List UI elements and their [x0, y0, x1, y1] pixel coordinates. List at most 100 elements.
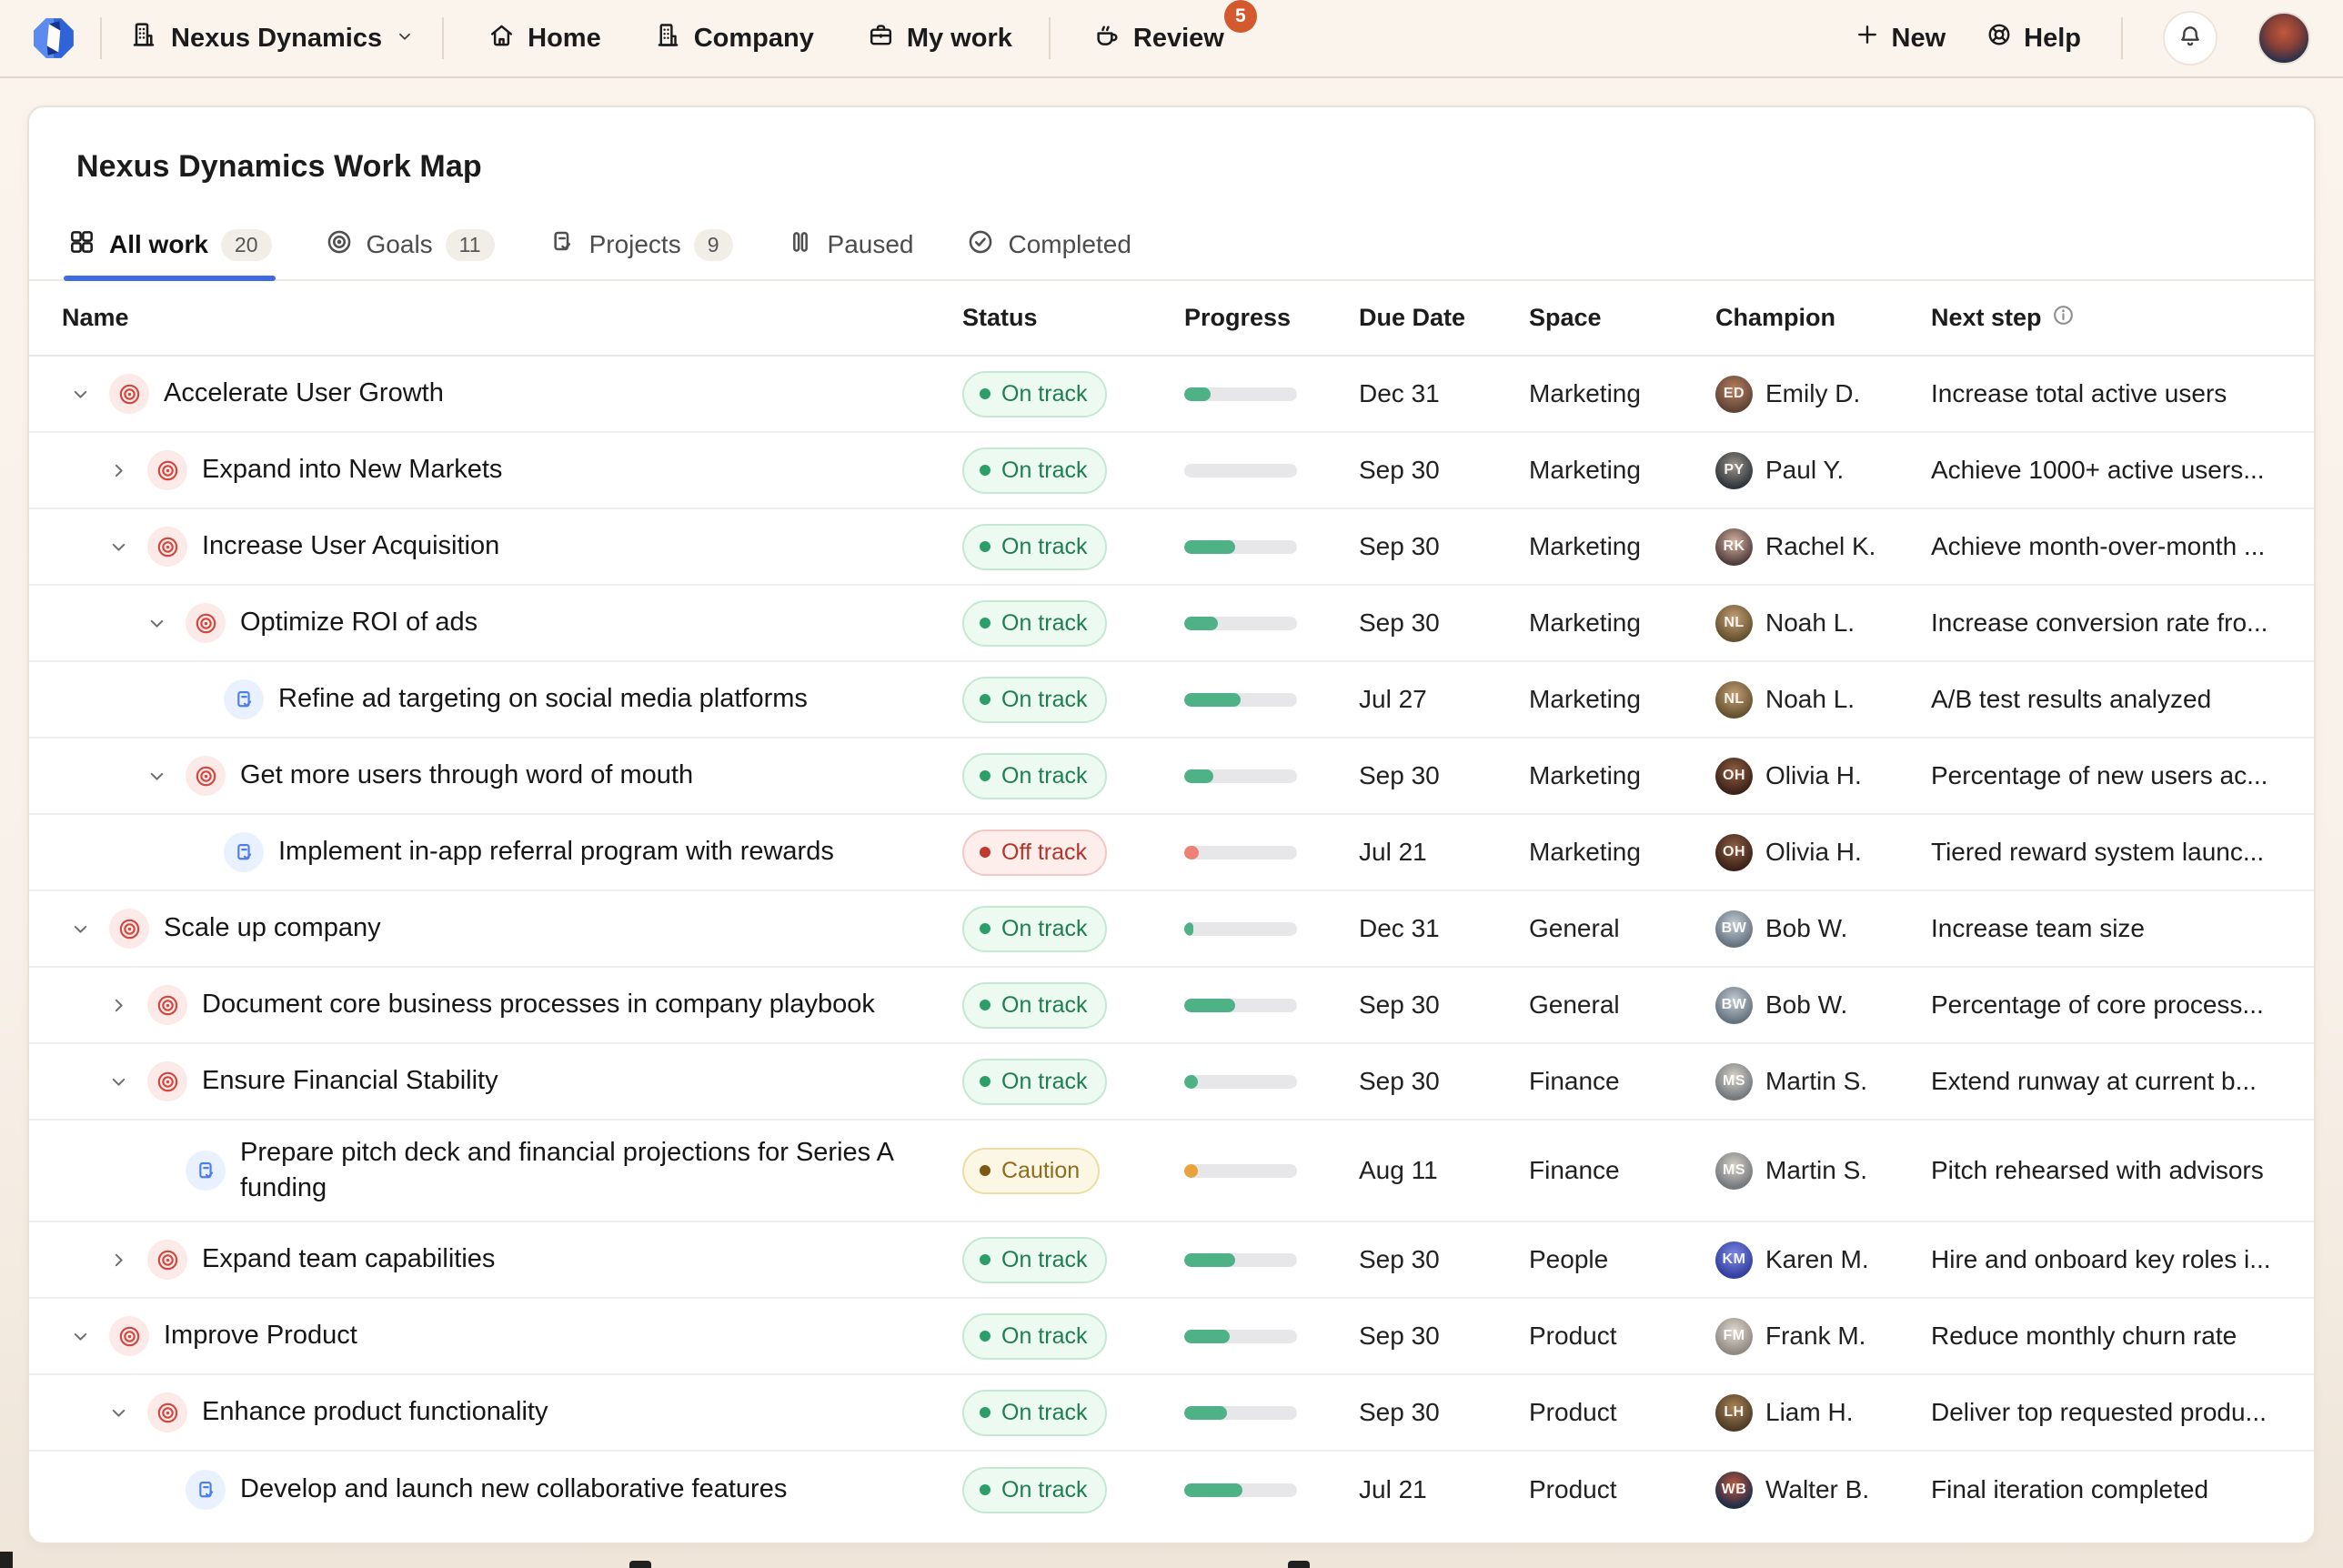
- chevron-down-icon[interactable]: [100, 528, 136, 565]
- new-button[interactable]: New: [1854, 21, 1946, 55]
- chevron-down-icon[interactable]: [100, 1394, 136, 1431]
- user-avatar[interactable]: [2258, 12, 2310, 65]
- column-header-name[interactable]: Name: [29, 304, 962, 332]
- status-badge[interactable]: On track: [962, 447, 1107, 494]
- table-row[interactable]: Scale up companyOn trackDec 31GeneralBWB…: [29, 891, 2314, 968]
- row-due-date: Jul 21: [1359, 1475, 1529, 1504]
- row-due-date: Sep 30: [1359, 990, 1529, 1020]
- workspace-name: Nexus Dynamics: [171, 24, 382, 54]
- nav-item-my-work[interactable]: My work: [867, 21, 1012, 56]
- chevron-right-icon[interactable]: [100, 452, 136, 488]
- status-label: On track: [1001, 610, 1087, 637]
- table-row[interactable]: Improve ProductOn trackSep 30ProductFMFr…: [29, 1299, 2314, 1375]
- champion-name: Bob W.: [1765, 990, 1847, 1020]
- status-dot-icon: [980, 1331, 990, 1342]
- table-row[interactable]: Prepare pitch deck and financial project…: [29, 1121, 2314, 1222]
- tab-projects[interactable]: Projects9: [548, 210, 733, 279]
- row-name-cell: Prepare pitch deck and financial project…: [29, 1135, 962, 1206]
- chevron-down-icon[interactable]: [62, 1318, 98, 1354]
- app-logo[interactable]: [31, 15, 76, 61]
- progress-bar: [1184, 464, 1297, 477]
- check-circle-icon: [966, 227, 995, 263]
- table-row[interactable]: Document core business processes in comp…: [29, 968, 2314, 1044]
- chevron-down-icon[interactable]: [138, 758, 175, 794]
- table-row[interactable]: Accelerate User GrowthOn trackDec 31Mark…: [29, 357, 2314, 433]
- row-champion-cell: WBWalter B.: [1715, 1472, 1931, 1509]
- status-badge[interactable]: On track: [962, 1237, 1107, 1283]
- status-badge[interactable]: On track: [962, 1313, 1107, 1360]
- column-header-due-date[interactable]: Due Date: [1359, 304, 1529, 332]
- table-row[interactable]: Expand team capabilitiesOn trackSep 30Pe…: [29, 1222, 2314, 1299]
- status-badge[interactable]: On track: [962, 677, 1107, 723]
- workspace-switcher[interactable]: Nexus Dynamics: [129, 20, 415, 56]
- status-dot-icon: [980, 1000, 990, 1010]
- status-badge[interactable]: On track: [962, 600, 1107, 647]
- chevron-down-icon[interactable]: [100, 1063, 136, 1100]
- status-badge[interactable]: On track: [962, 1059, 1107, 1105]
- row-name: Improve Product: [164, 1318, 357, 1353]
- top-navigation: Nexus Dynamics Home Company My work Review…: [0, 0, 2343, 78]
- table-row[interactable]: Refine ad targeting on social media plat…: [29, 662, 2314, 739]
- chevron-down-icon[interactable]: [62, 376, 98, 412]
- status-badge[interactable]: On track: [962, 524, 1107, 570]
- row-status-cell: Caution: [962, 1148, 1184, 1194]
- champion-name: Rachel K.: [1765, 532, 1875, 561]
- row-name-cell: Ensure Financial Stability: [29, 1061, 962, 1101]
- info-icon[interactable]: [2051, 303, 2076, 334]
- notifications-button[interactable]: [2163, 11, 2217, 65]
- status-dot-icon: [980, 465, 990, 476]
- chevron-down-icon[interactable]: [62, 910, 98, 947]
- goal-icon: [109, 909, 149, 949]
- tab-all-work[interactable]: All work20: [67, 210, 272, 279]
- column-header-champion[interactable]: Champion: [1715, 304, 1931, 332]
- table-row[interactable]: Get more users through word of mouthOn t…: [29, 739, 2314, 815]
- tab-label: Paused: [828, 230, 914, 259]
- avatar: MS: [1715, 1063, 1753, 1101]
- tab-paused[interactable]: Paused: [786, 210, 914, 279]
- column-header-next-step[interactable]: Next step: [1931, 303, 2314, 334]
- nav-item-company[interactable]: Company: [654, 21, 814, 56]
- chevron-right-icon[interactable]: [100, 987, 136, 1023]
- table-row[interactable]: Expand into New MarketsOn trackSep 30Mar…: [29, 433, 2314, 509]
- status-dot-icon: [980, 388, 990, 399]
- tab-goals[interactable]: Goals11: [325, 210, 495, 279]
- row-name-cell: Develop and launch new collaborative fea…: [29, 1470, 962, 1510]
- status-badge[interactable]: On track: [962, 1467, 1107, 1513]
- status-badge[interactable]: On track: [962, 1390, 1107, 1436]
- chevron-down-icon[interactable]: [138, 605, 175, 641]
- chevron-right-icon[interactable]: [100, 1241, 136, 1278]
- status-badge[interactable]: On track: [962, 371, 1107, 417]
- table-row[interactable]: Increase User AcquisitionOn trackSep 30M…: [29, 509, 2314, 586]
- status-badge[interactable]: Caution: [962, 1148, 1100, 1194]
- table-row[interactable]: Develop and launch new collaborative fea…: [29, 1452, 2314, 1528]
- table-row[interactable]: Enhance product functionalityOn trackSep…: [29, 1375, 2314, 1452]
- column-header-progress[interactable]: Progress: [1184, 304, 1359, 332]
- tab-completed[interactable]: Completed: [966, 210, 1131, 279]
- row-name-cell: Enhance product functionality: [29, 1392, 962, 1432]
- chevron-down-icon: [395, 24, 415, 54]
- table-row[interactable]: Ensure Financial StabilityOn trackSep 30…: [29, 1044, 2314, 1121]
- status-badge[interactable]: On track: [962, 906, 1107, 952]
- table-row[interactable]: Implement in-app referral program with r…: [29, 815, 2314, 891]
- project-icon: [186, 1470, 226, 1510]
- status-badge[interactable]: On track: [962, 982, 1107, 1029]
- status-dot-icon: [980, 1484, 990, 1495]
- nav-item-review[interactable]: Review 5: [1092, 20, 1224, 56]
- nav-item-home[interactable]: Home: [488, 21, 601, 56]
- status-badge[interactable]: On track: [962, 753, 1107, 799]
- champion-name: Bob W.: [1765, 914, 1847, 943]
- row-space: General: [1529, 990, 1715, 1020]
- avatar: LH: [1715, 1394, 1753, 1432]
- row-due-date: Dec 31: [1359, 914, 1529, 943]
- row-champion-cell: MSMartin S.: [1715, 1063, 1931, 1101]
- table-row[interactable]: Optimize ROI of adsOn trackSep 30Marketi…: [29, 586, 2314, 662]
- column-header-space[interactable]: Space: [1529, 304, 1715, 332]
- status-label: Caution: [1001, 1158, 1080, 1184]
- help-button[interactable]: Help: [1986, 21, 2081, 55]
- row-progress-cell: [1184, 617, 1359, 630]
- row-next-step: Increase conversion rate fro...: [1931, 608, 2314, 638]
- tab-label: Goals: [367, 230, 433, 259]
- row-name: Document core business processes in comp…: [202, 987, 875, 1022]
- status-badge[interactable]: Off track: [962, 829, 1107, 876]
- column-header-status[interactable]: Status: [962, 304, 1184, 332]
